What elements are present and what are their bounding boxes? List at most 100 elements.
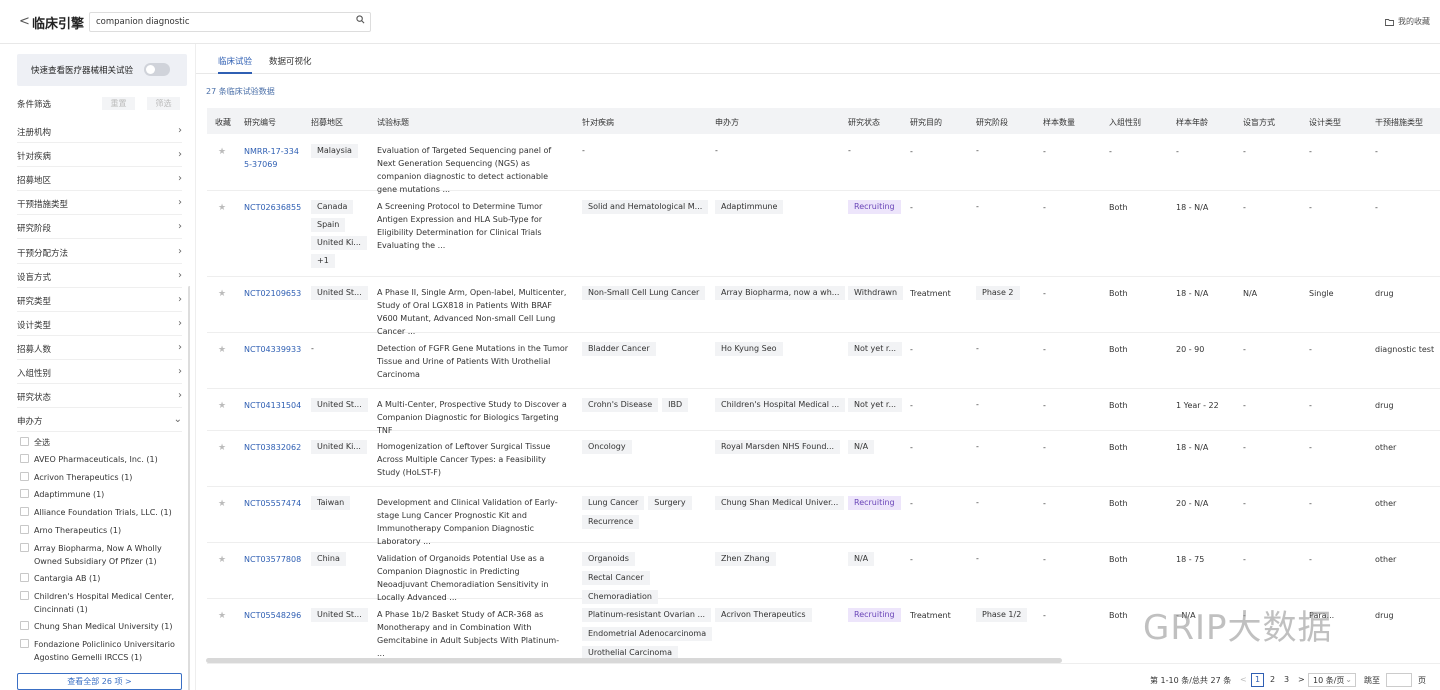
device-trial-toggle[interactable]: [144, 63, 170, 76]
apply-filter-button[interactable]: 筛选: [147, 97, 180, 110]
trial-title[interactable]: Validation of Organoids Potential Use as…: [377, 552, 569, 604]
checkbox[interactable]: [20, 639, 29, 648]
page-3-button[interactable]: 3: [1284, 675, 1289, 684]
column-header[interactable]: 干预措施类型: [1375, 117, 1423, 128]
column-header[interactable]: 针对疾病: [582, 117, 614, 128]
column-header[interactable]: 样本数量: [1043, 117, 1075, 128]
checkbox[interactable]: [20, 525, 29, 534]
checkbox[interactable]: [20, 437, 29, 446]
trial-id-link[interactable]: NCT03577808: [244, 553, 302, 566]
checkbox[interactable]: [20, 543, 29, 552]
checkbox[interactable]: [20, 507, 29, 516]
horizontal-scrollbar[interactable]: [206, 658, 1062, 663]
sponsor-option[interactable]: Adaptimmune (1): [20, 488, 188, 501]
checkbox[interactable]: [20, 621, 29, 630]
trial-id-link[interactable]: NMRR-17-3345-37069: [244, 145, 302, 171]
tab-data-visualization[interactable]: 数据可视化: [269, 55, 312, 67]
checkbox[interactable]: [20, 591, 29, 600]
column-header[interactable]: 设计类型: [1309, 117, 1341, 128]
trial-title[interactable]: A Phase 1b/2 Basket Study of ACR-368 as …: [377, 608, 569, 660]
trial-title[interactable]: A Screening Protocol to Determine Tumor …: [377, 200, 569, 252]
sponsor-option[interactable]: 全选: [20, 436, 188, 449]
checkbox[interactable]: [20, 454, 29, 463]
column-header[interactable]: 入组性别: [1109, 117, 1141, 128]
table-row[interactable]: ★ NMRR-17-3345-37069 Malaysia Evaluation of…: [207, 135, 1440, 194]
facet-10[interactable]: 入组性别 ›: [17, 360, 182, 384]
jump-page-input[interactable]: [1386, 673, 1412, 687]
trial-title[interactable]: Detection of FGFR Gene Mutations in the …: [377, 342, 569, 381]
column-header[interactable]: 研究编号: [244, 117, 276, 128]
column-header[interactable]: 设盲方式: [1243, 117, 1275, 128]
trial-title[interactable]: Evaluation of Targeted Sequencing panel …: [377, 144, 569, 196]
star-icon[interactable]: ★: [218, 499, 226, 509]
star-icon[interactable]: ★: [218, 289, 226, 299]
trial-id-link[interactable]: NCT02636855: [244, 201, 302, 214]
trial-id-link[interactable]: NCT05548296: [244, 609, 302, 622]
column-header[interactable]: 研究状态: [848, 117, 880, 128]
trial-title[interactable]: Development and Clinical Validation of E…: [377, 496, 569, 548]
sponsor-option[interactable]: AVEO Pharmaceuticals, Inc. (1): [20, 453, 188, 466]
facet-2[interactable]: 招募地区 ›: [17, 167, 182, 192]
facet-5[interactable]: 干预分配方法 ›: [17, 240, 182, 264]
trial-id-link[interactable]: NCT02109653: [244, 287, 302, 300]
table-row[interactable]: ★ NCT04339933- Detection of FGFR Gene Muta…: [207, 333, 1440, 389]
table-row[interactable]: ★ NCT03832062 United Ki... Homogenization o…: [207, 431, 1440, 487]
my-favorites-link[interactable]: 我的收藏: [1385, 16, 1430, 27]
table-row[interactable]: ★ NCT03577808 China Validation of Organoids…: [207, 543, 1440, 604]
next-page-button[interactable]: >: [1298, 675, 1305, 684]
checkbox[interactable]: [20, 472, 29, 481]
facet-11[interactable]: 研究状态 ›: [17, 384, 182, 409]
trial-id-link[interactable]: NCT03832062: [244, 441, 302, 454]
facet-8[interactable]: 设计类型 ›: [17, 312, 182, 336]
sponsor-option[interactable]: Fondazione Policlinico Universitario Ago…: [20, 638, 188, 664]
trial-title[interactable]: A Phase II, Single Arm, Open-label, Mult…: [377, 286, 569, 338]
sidebar-scrollbar[interactable]: [188, 286, 190, 690]
column-header[interactable]: 研究阶段: [976, 117, 1008, 128]
page-2-button[interactable]: 2: [1270, 675, 1275, 684]
star-icon[interactable]: ★: [218, 555, 226, 565]
facet-4[interactable]: 研究阶段 ›: [17, 215, 182, 240]
page-1-button[interactable]: 1: [1251, 673, 1264, 687]
column-header[interactable]: 样本年龄: [1176, 117, 1208, 128]
star-icon[interactable]: ★: [218, 611, 226, 621]
facet-6[interactable]: 设盲方式 ›: [17, 264, 182, 288]
column-header[interactable]: 申办方: [715, 117, 739, 128]
sponsor-option[interactable]: Children's Hospital Medical Center, Cinc…: [20, 590, 188, 616]
column-header[interactable]: 研究目的: [910, 117, 942, 128]
sponsor-option[interactable]: Acrivon Therapeutics (1): [20, 471, 188, 484]
sponsor-option[interactable]: Arno Therapeutics (1): [20, 524, 188, 537]
table-row[interactable]: ★ NCT04131504 United St... A Multi-Center, …: [207, 389, 1440, 435]
trial-title[interactable]: Homogenization of Leftover Surgical Tiss…: [377, 440, 569, 479]
back-arrow-icon[interactable]: <: [19, 14, 30, 29]
facet-3[interactable]: 干预措施类型 ›: [17, 191, 182, 216]
column-header[interactable]: 招募地区: [311, 117, 343, 128]
reset-button[interactable]: 重置: [102, 97, 135, 110]
prev-page-button[interactable]: <: [1240, 675, 1247, 684]
page-size-select[interactable]: 10 条/页 ⌄: [1308, 673, 1356, 687]
star-icon[interactable]: ★: [218, 345, 226, 355]
column-header[interactable]: 试验标题: [377, 117, 409, 128]
table-row[interactable]: ★ NCT02636855 Canada Spain United Ki... +1 A S…: [207, 191, 1440, 277]
search-input[interactable]: [89, 12, 371, 32]
checkbox[interactable]: [20, 489, 29, 498]
trial-id-link[interactable]: NCT04339933: [244, 343, 302, 356]
facet-0[interactable]: 注册机构 ›: [17, 119, 182, 143]
facet-1[interactable]: 针对疾病 ›: [17, 143, 182, 168]
table-row[interactable]: ★ NCT02109653 United St... A Phase II, Sing…: [207, 277, 1440, 336]
search-icon[interactable]: [356, 15, 365, 24]
table-row[interactable]: ★ NCT05557474 Taiwan Development and Clinic…: [207, 487, 1440, 546]
star-icon[interactable]: ★: [218, 203, 226, 213]
sponsor-option[interactable]: Cantargia AB (1): [20, 572, 188, 585]
facet-9[interactable]: 招募人数 ›: [17, 336, 182, 360]
star-icon[interactable]: ★: [218, 443, 226, 453]
facet-12[interactable]: 申办方 ⌄: [17, 408, 182, 433]
sponsor-option[interactable]: Chung Shan Medical University (1): [20, 620, 188, 633]
facet-7[interactable]: 研究类型 ›: [17, 288, 182, 312]
checkbox[interactable]: [20, 573, 29, 582]
view-all-sponsors-button[interactable]: 查看全部 26 项 >: [17, 673, 182, 690]
star-icon[interactable]: ★: [218, 401, 226, 411]
trial-id-link[interactable]: NCT05557474: [244, 497, 302, 510]
trial-id-link[interactable]: NCT04131504: [244, 399, 302, 412]
sponsor-option[interactable]: Alliance Foundation Trials, LLC. (1): [20, 506, 188, 519]
star-icon[interactable]: ★: [218, 147, 226, 157]
